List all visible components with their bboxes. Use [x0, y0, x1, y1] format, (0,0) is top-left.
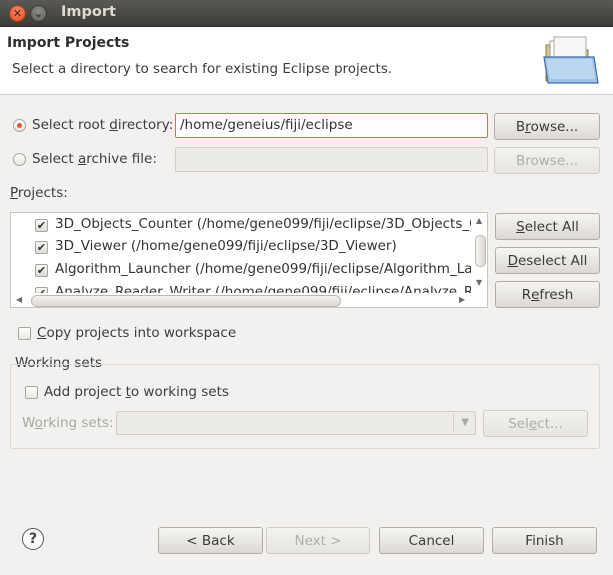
browse-root-button[interactable]: Br owse... [494, 113, 600, 140]
minimize-icon: ⌄ [33, 7, 44, 20]
close-window-button[interactable]: ✕ [9, 5, 26, 22]
projects-vertical-scrollbar[interactable]: ▲ ▼ [471, 213, 487, 293]
scroll-left-icon[interactable]: ◀ [16, 296, 22, 304]
copy-into-workspace-label[interactable]: Copy projects into workspace [37, 325, 236, 341]
deselect-all-button[interactable]: Deselect All [495, 247, 600, 274]
chevron-down-icon: ▼ [461, 417, 469, 428]
add-to-working-sets-label[interactable]: Add project to working sets [44, 384, 229, 400]
finish-button[interactable]: Finish [492, 527, 597, 554]
projects-list[interactable]: ✔ 3D_Objects_Counter (/home/gene099/fiji… [10, 212, 488, 308]
horizontal-scroll-thumb[interactable] [31, 295, 341, 307]
archive-file-label[interactable]: Select archive file: [32, 151, 157, 167]
project-checkbox[interactable]: ✔ [35, 241, 48, 254]
select-all-button[interactable]: Select All [495, 213, 600, 240]
vertical-scroll-thumb[interactable] [475, 235, 486, 267]
refresh-button[interactable]: Re fresh [495, 281, 600, 308]
cancel-button[interactable]: Cancel [379, 527, 484, 554]
working-sets-combo[interactable]: ▼ [116, 411, 476, 435]
scroll-right-icon[interactable]: ▶ [459, 296, 465, 304]
window-title: Import [61, 4, 116, 20]
working-sets-label: Working sets: [22, 415, 114, 431]
project-label: Algorithm_Launcher (/home/gene099/fiji/e… [55, 261, 471, 277]
project-label: 3D_Objects_Counter (/home/gene099/fiji/e… [55, 216, 471, 232]
window-titlebar: ✕ ⌄ Import [0, 0, 613, 27]
project-label: 3D_Viewer (/home/gene099/fiji/eclipse/3D… [55, 238, 397, 254]
minimize-window-button[interactable]: ⌄ [30, 5, 47, 22]
projects-label: Projects: [10, 185, 68, 201]
project-checkbox[interactable]: ✔ [35, 264, 48, 277]
project-checkbox[interactable]: ✔ [35, 219, 48, 232]
select-working-sets-button[interactable]: Sel e ct... [483, 410, 588, 437]
projects-horizontal-scrollbar[interactable]: ◀ ▶ [11, 293, 471, 307]
root-directory-radio[interactable] [13, 119, 26, 132]
back-button[interactable]: < Back [158, 527, 263, 554]
browse-archive-button[interactable]: Browse... [494, 147, 600, 174]
folder-open-icon [543, 36, 599, 84]
wizard-description: Select a directory to search for existin… [12, 61, 393, 77]
wizard-header: Import Projects Select a directory to se… [0, 27, 613, 95]
help-button[interactable]: ? [22, 528, 44, 550]
close-icon: ✕ [12, 7, 23, 20]
next-button[interactable]: Next > [266, 527, 370, 554]
list-item[interactable]: ✔ 3D_Viewer (/home/gene099/fiji/eclipse/… [11, 236, 471, 258]
scroll-up-icon[interactable]: ▲ [476, 217, 482, 225]
copy-into-workspace-checkbox[interactable] [18, 327, 31, 340]
archive-file-input[interactable] [175, 147, 488, 172]
help-icon: ? [28, 531, 38, 547]
add-to-working-sets-checkbox[interactable] [25, 386, 38, 399]
root-directory-label[interactable]: Select root directory: [32, 117, 173, 133]
root-directory-input[interactable]: /home/geneius/fiji/eclipse [175, 113, 488, 138]
archive-file-radio[interactable] [13, 153, 26, 166]
wizard-title: Import Projects [7, 35, 130, 51]
list-item[interactable]: ✔ Algorithm_Launcher (/home/gene099/fiji… [11, 259, 471, 281]
scroll-down-icon[interactable]: ▼ [476, 279, 482, 287]
list-item[interactable]: ✔ 3D_Objects_Counter (/home/gene099/fiji… [11, 214, 471, 236]
combo-separator [453, 414, 454, 432]
